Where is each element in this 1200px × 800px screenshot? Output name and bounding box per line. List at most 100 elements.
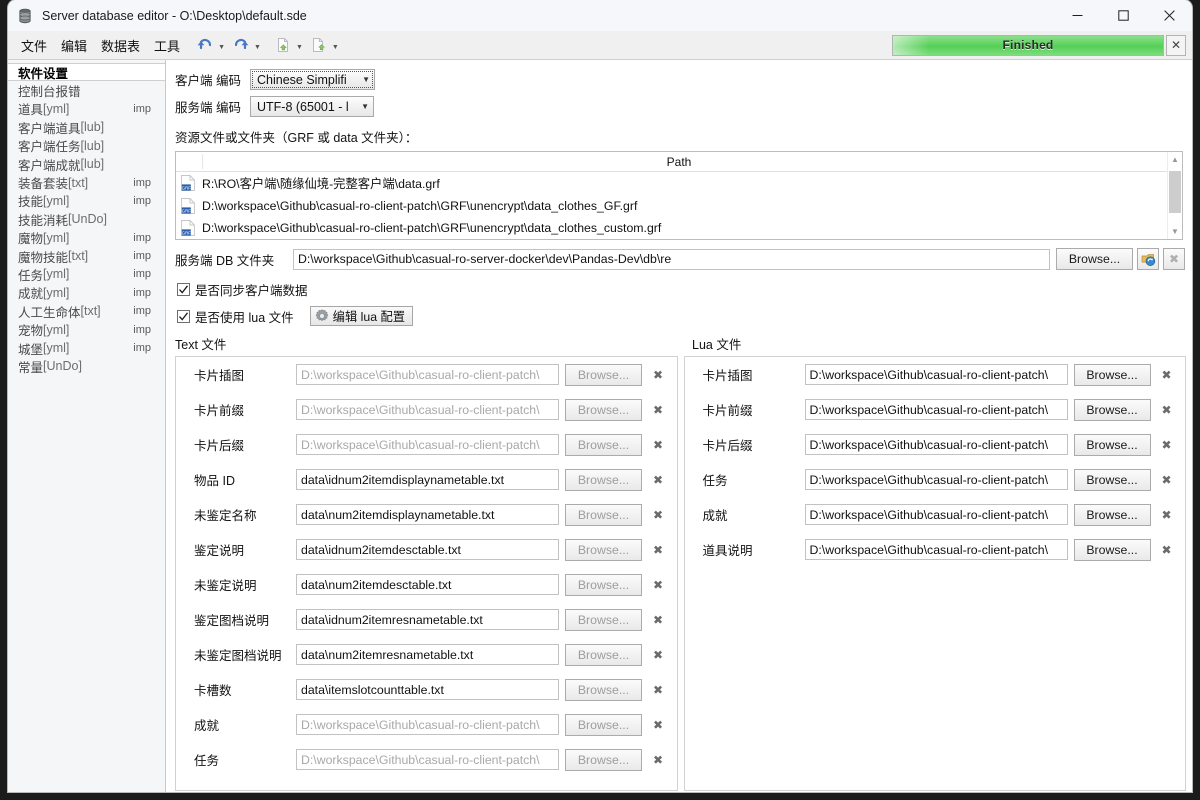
lua-row-browse-button[interactable]: Browse...: [1074, 539, 1151, 561]
sidebar-item-imp[interactable]: imp: [133, 195, 151, 207]
text-row-clear-button[interactable]: ✖: [647, 504, 669, 526]
sidebar-item-imp[interactable]: imp: [133, 177, 151, 189]
sidebar-item-equip-sets[interactable]: 装备套装 [txt] imp: [8, 173, 165, 191]
text-row-browse-button[interactable]: Browse...: [565, 644, 642, 666]
list-item[interactable]: GRF D:\workspace\Github\casual-ro-client…: [176, 195, 1182, 218]
menu-item-file[interactable]: 文件: [14, 33, 54, 58]
text-row-clear-button[interactable]: ✖: [647, 644, 669, 666]
sidebar-item-imp[interactable]: imp: [133, 103, 151, 115]
text-row-browse-button[interactable]: Browse...: [565, 504, 642, 526]
export-dropdown-icon[interactable]: ▼: [332, 44, 339, 51]
sidebar-item-imp[interactable]: imp: [133, 324, 151, 336]
menu-item-edit[interactable]: 编辑: [54, 33, 94, 58]
sidebar-item-monsters[interactable]: 魔物 [yml] imp: [8, 229, 165, 247]
lua-row-browse-button[interactable]: Browse...: [1074, 504, 1151, 526]
lua-row-clear-button[interactable]: ✖: [1156, 504, 1178, 526]
text-row-clear-button[interactable]: ✖: [647, 609, 669, 631]
menu-item-tools[interactable]: 工具: [147, 33, 187, 58]
sidebar-item-pets[interactable]: 宠物 [yml] imp: [8, 320, 165, 338]
text-row-input[interactable]: D:\workspace\Github\casual-ro-client-pat…: [296, 364, 559, 385]
redo-dropdown-icon[interactable]: ▼: [254, 44, 261, 51]
sidebar-item-achievements[interactable]: 成就 [yml] imp: [8, 284, 165, 302]
sidebar-item-imp[interactable]: imp: [133, 305, 151, 317]
scrollbar-track[interactable]: [1168, 167, 1182, 224]
lua-row-input[interactable]: D:\workspace\Github\casual-ro-client-pat…: [805, 504, 1068, 525]
lua-row-input[interactable]: D:\workspace\Github\casual-ro-client-pat…: [805, 434, 1068, 455]
db-folder-clear-button[interactable]: ✖: [1163, 248, 1185, 270]
sidebar-item-imp[interactable]: imp: [133, 342, 151, 354]
sidebar-item-skill-cost[interactable]: 技能消耗 [UnDo]: [8, 210, 165, 228]
text-row-clear-button[interactable]: ✖: [647, 399, 669, 421]
path-list[interactable]: Path GRF R:\RO\客户端\随缘仙境-完整客户端\data.grf: [175, 151, 1183, 240]
text-row-clear-button[interactable]: ✖: [647, 749, 669, 771]
text-row-input[interactable]: data\num2itemdisplaynametable.txt: [296, 504, 559, 525]
lua-row-clear-button[interactable]: ✖: [1156, 434, 1178, 456]
sidebar-item-homunculus[interactable]: 人工生命体 [txt] imp: [8, 302, 165, 320]
sidebar-item-client-achievements[interactable]: 客户端成就 [lub]: [8, 155, 165, 173]
sidebar-item-imp[interactable]: imp: [133, 287, 151, 299]
maximize-button[interactable]: [1100, 0, 1146, 31]
sidebar-item-imp[interactable]: imp: [133, 268, 151, 280]
list-item[interactable]: GRF R:\RO\客户端\随缘仙境-完整客户端\data.grf: [176, 172, 1182, 195]
text-row-browse-button[interactable]: Browse...: [565, 609, 642, 631]
text-row-input[interactable]: data\num2itemresnametable.txt: [296, 644, 559, 665]
scrollbar-thumb[interactable]: [1169, 171, 1181, 213]
lua-row-input[interactable]: D:\workspace\Github\casual-ro-client-pat…: [805, 364, 1068, 385]
lua-row-clear-button[interactable]: ✖: [1156, 469, 1178, 491]
lua-row-input[interactable]: D:\workspace\Github\casual-ro-client-pat…: [805, 399, 1068, 420]
sidebar-item-skills[interactable]: 技能 [yml] imp: [8, 192, 165, 210]
list-item[interactable]: GRF D:\workspace\Github\casual-ro-client…: [176, 217, 1182, 239]
text-row-clear-button[interactable]: ✖: [647, 574, 669, 596]
lua-row-browse-button[interactable]: Browse...: [1074, 364, 1151, 386]
lua-row-clear-button[interactable]: ✖: [1156, 539, 1178, 561]
path-list-scrollbar[interactable]: ▲ ▼: [1167, 152, 1182, 239]
sidebar-item-imp[interactable]: imp: [133, 232, 151, 244]
text-row-input[interactable]: data\itemslotcounttable.txt: [296, 679, 559, 700]
menu-item-datatable[interactable]: 数据表: [94, 33, 147, 58]
text-row-browse-button[interactable]: Browse...: [565, 434, 642, 456]
sidebar-item-client-items[interactable]: 客户端道具 [lub]: [8, 118, 165, 136]
lua-row-input[interactable]: D:\workspace\Github\casual-ro-client-pat…: [805, 539, 1068, 560]
server-encoding-select[interactable]: UTF-8 (65001 - l ▼: [250, 96, 374, 117]
db-folder-browse-button[interactable]: Browse...: [1056, 248, 1133, 270]
sidebar-item-imp[interactable]: imp: [133, 250, 151, 262]
text-row-input[interactable]: data\idnum2itemdesctable.txt: [296, 539, 559, 560]
text-row-clear-button[interactable]: ✖: [647, 539, 669, 561]
text-row-browse-button[interactable]: Browse...: [565, 679, 642, 701]
lua-row-clear-button[interactable]: ✖: [1156, 399, 1178, 421]
close-button[interactable]: [1146, 0, 1192, 31]
text-row-clear-button[interactable]: ✖: [647, 469, 669, 491]
undo-button[interactable]: ▼: [193, 33, 229, 57]
sidebar-item-items[interactable]: 道具 [yml] imp: [8, 100, 165, 118]
sidebar-item-software-settings[interactable]: 软件设置: [8, 63, 165, 81]
text-row-input[interactable]: data\idnum2itemdisplaynametable.txt: [296, 469, 559, 490]
sidebar-item-castles[interactable]: 城堡 [yml] imp: [8, 339, 165, 357]
path-column-header[interactable]: Path: [176, 152, 1182, 172]
client-encoding-select[interactable]: Chinese Simplifi ▼: [250, 69, 375, 90]
import-button[interactable]: ▼: [271, 33, 307, 57]
text-row-browse-button[interactable]: Browse...: [565, 714, 642, 736]
lua-row-clear-button[interactable]: ✖: [1156, 364, 1178, 386]
sidebar-item-constants[interactable]: 常量 [UnDo]: [8, 357, 165, 375]
export-button[interactable]: ▼: [307, 33, 343, 57]
db-folder-input[interactable]: D:\workspace\Github\casual-ro-server-doc…: [293, 249, 1050, 270]
lua-row-browse-button[interactable]: Browse...: [1074, 469, 1151, 491]
text-row-input[interactable]: data\idnum2itemresnametable.txt: [296, 609, 559, 630]
sidebar-item-client-quests[interactable]: 客户端任务 [lub]: [8, 137, 165, 155]
text-row-clear-button[interactable]: ✖: [647, 679, 669, 701]
text-row-input[interactable]: data\num2itemdesctable.txt: [296, 574, 559, 595]
text-row-browse-button[interactable]: Browse...: [565, 539, 642, 561]
scroll-up-icon[interactable]: ▲: [1168, 152, 1182, 167]
text-row-input[interactable]: D:\workspace\Github\casual-ro-client-pat…: [296, 749, 559, 770]
sidebar-item-monster-skills[interactable]: 魔物技能 [txt] imp: [8, 247, 165, 265]
undo-dropdown-icon[interactable]: ▼: [218, 44, 225, 51]
text-row-browse-button[interactable]: Browse...: [565, 574, 642, 596]
use-lua-files-checkbox[interactable]: 是否使用 lua 文件: [177, 307, 294, 326]
text-row-browse-button[interactable]: Browse...: [565, 399, 642, 421]
lua-row-browse-button[interactable]: Browse...: [1074, 434, 1151, 456]
text-row-input[interactable]: D:\workspace\Github\casual-ro-client-pat…: [296, 399, 559, 420]
scroll-down-icon[interactable]: ▼: [1168, 224, 1182, 239]
text-row-clear-button[interactable]: ✖: [647, 434, 669, 456]
lua-row-browse-button[interactable]: Browse...: [1074, 399, 1151, 421]
text-row-clear-button[interactable]: ✖: [647, 364, 669, 386]
